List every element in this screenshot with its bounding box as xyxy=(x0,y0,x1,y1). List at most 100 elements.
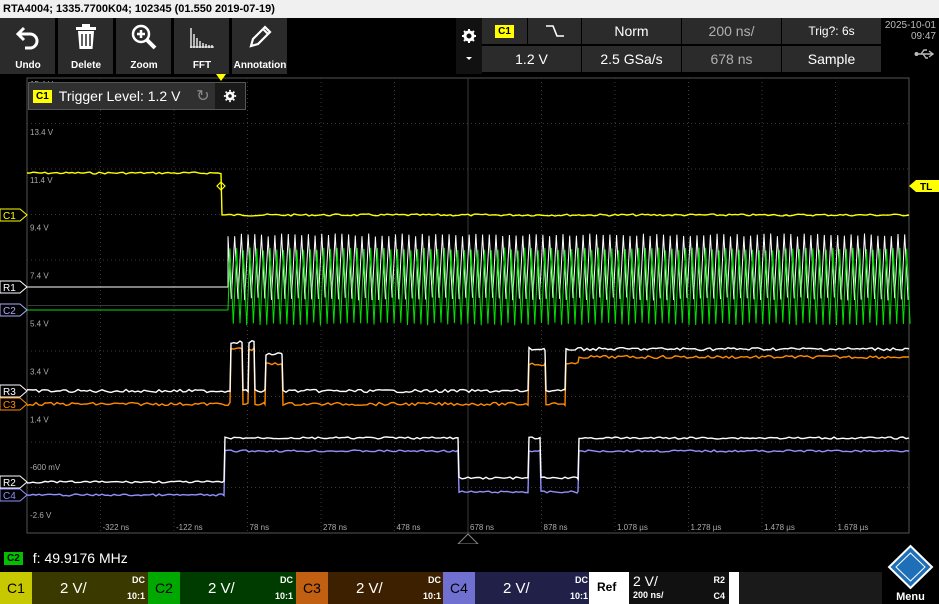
trigger-level[interactable]: 1.2 V xyxy=(482,46,582,73)
channel-2-scale: 2 V/ xyxy=(208,579,235,597)
pencil-icon xyxy=(232,22,288,52)
channel-4-ratio: 10:1 xyxy=(569,591,588,601)
undo-button[interactable]: Undo xyxy=(0,18,56,74)
y-axis-label: 13.4 V xyxy=(30,128,54,137)
channel-3-ratio: 10:1 xyxy=(422,591,441,601)
menu-label: Menu xyxy=(896,591,925,603)
channel-3-coupling: DC xyxy=(428,575,441,585)
timebase[interactable]: 200 ns/ xyxy=(682,18,782,45)
channel-3-tag: C3 xyxy=(296,572,328,604)
x-axis-label: 878 ns xyxy=(544,523,568,532)
channel-marker-label: R1 xyxy=(3,283,16,294)
trigger-source-badge: C1 xyxy=(495,24,514,38)
fft-label: FFT xyxy=(192,60,212,71)
channel-2-ratio: 10:1 xyxy=(274,591,293,601)
channel-marker-label: R3 xyxy=(3,387,16,398)
reference-waveform[interactable]: Ref 2 V/ 200 ns/ R2 C4 xyxy=(589,572,739,604)
x-axis-label: 478 ns xyxy=(397,523,421,532)
measurement-text: f: 49.9176 MHz xyxy=(32,550,128,566)
annotation-button[interactable]: Annotation xyxy=(232,18,288,74)
x-axis-label: 78 ns xyxy=(250,523,270,532)
channel-1[interactable]: C1 2 V/ DC 10:1 xyxy=(0,572,148,604)
channel-2[interactable]: C2 2 V/ DC 10:1 xyxy=(148,572,296,604)
trigger-level-dialog[interactable]: C1 Trigger Level: 1.2 V ↻ xyxy=(28,82,246,110)
zoom-icon xyxy=(116,22,172,52)
record-time[interactable]: 678 ns xyxy=(682,46,782,73)
reset-icon[interactable]: ↻ xyxy=(191,86,215,106)
channel-4-tag: C4 xyxy=(443,572,475,604)
y-axis-label: 9.4 V xyxy=(30,224,49,233)
undo-label: Undo xyxy=(15,60,41,71)
zoom-label: Zoom xyxy=(130,60,158,71)
x-axis-label: -122 ns xyxy=(176,523,203,532)
channel-4-coupling: DC xyxy=(575,575,588,585)
y-axis-label: 3.4 V xyxy=(30,367,49,376)
channel-4-scale: 2 V/ xyxy=(503,579,530,597)
trigger-settings-button[interactable] xyxy=(456,18,482,74)
zoom-button[interactable]: Zoom xyxy=(116,18,172,74)
ref-channel: C4 xyxy=(713,591,725,601)
measurement-badge: C2 xyxy=(4,551,23,565)
x-axis-label: 1.078 µs xyxy=(617,523,648,532)
channel-1-coupling: DC xyxy=(132,575,145,585)
channel-3-body: 2 V/ DC 10:1 xyxy=(328,572,444,604)
channel-1-tag: C1 xyxy=(0,572,32,604)
trigger-source[interactable]: C1 xyxy=(482,18,528,45)
delete-button[interactable]: Delete xyxy=(58,18,114,74)
trigger-status[interactable]: Trig?: 6s xyxy=(782,18,882,45)
waveform-display[interactable]: 15.4 V13.4 V11.4 V9.4 V7.4 V5.4 V3.4 V1.… xyxy=(0,74,939,544)
trigger-dialog-text: Trigger Level: 1.2 V xyxy=(58,88,181,104)
channel-1-ratio: 10:1 xyxy=(126,591,145,601)
y-axis-label: -600 mV xyxy=(30,463,61,472)
channel-4-body: 2 V/ DC 10:1 xyxy=(475,572,591,604)
usb-icon xyxy=(914,49,935,59)
falling-edge-icon xyxy=(545,25,564,37)
undo-icon xyxy=(0,22,56,52)
channel-2-tag: C2 xyxy=(148,572,180,604)
date: 2025-10-01 xyxy=(884,20,936,31)
sample-rate[interactable]: 2.5 GSa/s xyxy=(582,46,682,73)
ref-source: R2 xyxy=(713,575,725,585)
channel-1-body: 2 V/ DC 10:1 xyxy=(32,572,148,604)
menu-button[interactable]: Menu xyxy=(882,544,939,604)
y-axis-label: 5.4 V xyxy=(30,319,49,328)
x-axis-label: -322 ns xyxy=(103,523,130,532)
annotation-label: Annotation xyxy=(233,60,287,71)
fft-icon xyxy=(174,22,230,52)
channel-3[interactable]: C3 2 V/ DC 10:1 xyxy=(296,572,444,604)
y-axis-label: -2.6 V xyxy=(30,511,52,520)
time: 09:47 xyxy=(910,31,936,42)
acquisition-mode[interactable]: Sample xyxy=(782,46,882,73)
waveform-canvas[interactable]: 15.4 V13.4 V11.4 V9.4 V7.4 V5.4 V3.4 V1.… xyxy=(0,74,939,544)
x-axis-label: 1.478 µs xyxy=(764,523,795,532)
trigger-slope[interactable] xyxy=(528,18,582,45)
channel-1-scale: 2 V/ xyxy=(60,579,87,597)
channel-2-coupling: DC xyxy=(280,575,293,585)
delete-label: Delete xyxy=(70,60,101,71)
ref-values: 2 V/ 200 ns/ R2 C4 xyxy=(629,572,729,604)
gear-icon[interactable] xyxy=(215,83,245,109)
y-axis-label: 7.4 V xyxy=(30,272,49,281)
channel-4[interactable]: C4 2 V/ DC 10:1 xyxy=(443,572,591,604)
x-axis-label: 1.278 µs xyxy=(691,523,722,532)
channel-marker-label: C2 xyxy=(3,306,16,317)
gear-icon xyxy=(462,29,476,60)
rs-logo-icon xyxy=(887,544,934,590)
channel-2-body: 2 V/ DC 10:1 xyxy=(180,572,296,604)
channel-marker-label: R2 xyxy=(3,478,16,489)
ref-scale: 2 V/ xyxy=(633,573,658,589)
channel-3-scale: 2 V/ xyxy=(356,579,383,597)
fft-button[interactable]: FFT xyxy=(174,18,230,74)
trigger-mode[interactable]: Norm xyxy=(582,18,682,45)
measurement-bar[interactable]: C2 f: 49.9176 MHz xyxy=(0,544,939,572)
ref-timebase: 200 ns/ xyxy=(633,590,664,600)
title-bar: RTA4004; 1335.7700K04; 102345 (01.550 20… xyxy=(0,0,939,18)
channel-marker-label: C3 xyxy=(3,400,16,411)
x-axis-label: 278 ns xyxy=(323,523,347,532)
x-axis-label: 678 ns xyxy=(470,523,494,532)
datetime: 2025-10-01 09:47 xyxy=(884,18,939,74)
channel-marker-label: C1 xyxy=(3,211,16,222)
ref-label: Ref xyxy=(597,580,617,594)
trigger-dialog-badge: C1 xyxy=(33,89,52,103)
channel-marker-label: C4 xyxy=(3,491,16,502)
